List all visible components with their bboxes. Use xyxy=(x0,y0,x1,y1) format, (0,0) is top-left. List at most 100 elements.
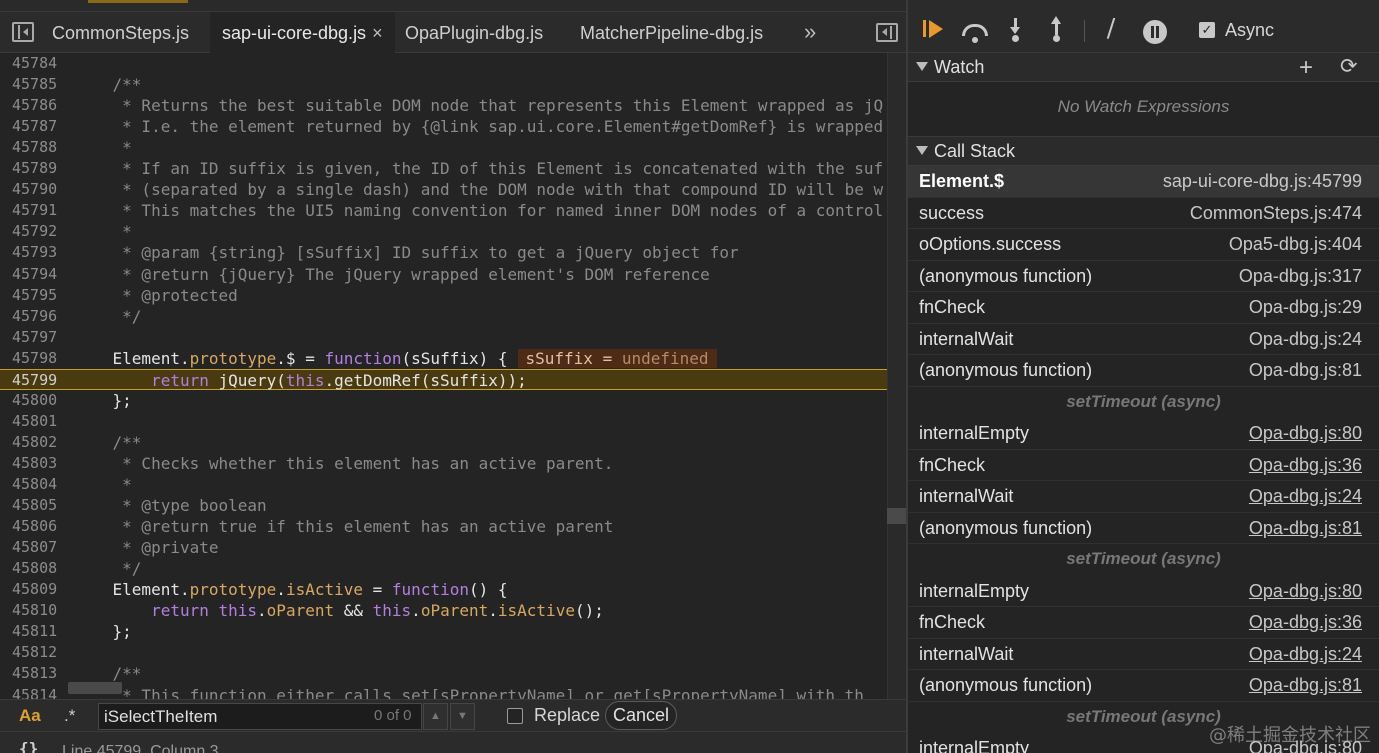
next-match-button[interactable]: ▼ xyxy=(450,703,475,730)
call-stack-frame[interactable]: fnCheck Opa-dbg.js:29 xyxy=(908,292,1379,324)
code-editor[interactable]: 45784 45785 /** 45786 * Returns the best s… xyxy=(0,53,906,699)
line-number[interactable]: 45806 xyxy=(12,516,64,537)
toggle-debugger-icon[interactable] xyxy=(876,23,898,42)
line-number[interactable]: 45789 xyxy=(12,158,64,179)
frame-location-link[interactable]: Opa-dbg.js:81 xyxy=(1249,518,1362,539)
no-watch-message: No Watch Expressions xyxy=(908,82,1379,137)
tab-matcherpipeline[interactable]: MatcherPipeline-dbg.js xyxy=(580,12,763,53)
step-over-icon[interactable] xyxy=(962,24,988,43)
resume-icon[interactable] xyxy=(920,16,948,42)
call-stack-frame[interactable]: (anonymous function) Opa-dbg.js:81 xyxy=(908,513,1379,544)
line-number[interactable]: 45787 xyxy=(12,116,64,137)
more-tabs-icon[interactable]: » xyxy=(804,12,816,53)
line-number[interactable]: 45812 xyxy=(12,642,64,663)
line-number[interactable]: 45808 xyxy=(12,558,64,579)
frame-function-name: (anonymous function) xyxy=(919,517,1093,538)
collapse-triangle-icon[interactable] xyxy=(916,146,928,155)
close-tab-icon[interactable]: × xyxy=(372,23,383,43)
line-number[interactable]: 45796 xyxy=(12,306,64,327)
call-stack-frame[interactable]: internalWait Opa-dbg.js:24 xyxy=(908,639,1379,670)
line-number[interactable]: 45805 xyxy=(12,495,64,516)
pause-on-exceptions-icon[interactable] xyxy=(1143,20,1167,44)
refresh-icon[interactable]: ⟳ xyxy=(1340,54,1358,79)
call-stack-frame[interactable]: Element.$ sap-ui-core-dbg.js:45799 xyxy=(908,166,1379,198)
frame-location-link[interactable]: Opa-dbg.js:36 xyxy=(1249,612,1362,633)
call-stack-frame[interactable]: internalWait Opa-dbg.js:24 xyxy=(908,481,1379,513)
frame-location-link[interactable]: Opa-dbg.js:24 xyxy=(1249,486,1362,507)
watch-section-header[interactable]: Watch + ⟳ xyxy=(908,53,1379,82)
frame-location-link[interactable]: Opa-dbg.js:36 xyxy=(1249,455,1362,476)
line-number[interactable]: 45792 xyxy=(12,221,64,242)
frame-location-link[interactable]: Opa-dbg.js:81 xyxy=(1249,360,1362,381)
line-number[interactable]: 45804 xyxy=(12,474,64,495)
line-number[interactable]: 45794 xyxy=(12,264,64,285)
line-number[interactable]: 45798 xyxy=(12,348,64,369)
frame-location-link[interactable]: Opa-dbg.js:29 xyxy=(1249,297,1362,318)
frame-location-link[interactable]: Opa-dbg.js:80 xyxy=(1249,581,1362,602)
horizontal-scroll-thumb[interactable] xyxy=(68,682,122,694)
line-number[interactable]: 45803 xyxy=(12,453,64,474)
match-case-toggle[interactable]: Aa xyxy=(19,706,41,726)
call-stack-frame[interactable]: fnCheck Opa-dbg.js:36 xyxy=(908,450,1379,481)
tab-sap-ui-core-dbg[interactable]: sap-ui-core-dbg.js × xyxy=(210,12,395,53)
add-watch-icon[interactable]: + xyxy=(1299,54,1313,82)
line-number[interactable]: 45811 xyxy=(12,621,64,642)
frame-location-link[interactable]: Opa-dbg.js:317 xyxy=(1239,266,1362,287)
collapse-triangle-icon[interactable] xyxy=(916,62,928,71)
line-number[interactable]: 45791 xyxy=(12,200,64,221)
cancel-button[interactable]: Cancel xyxy=(605,701,677,730)
code-text: /** xyxy=(74,432,142,452)
line-number[interactable]: 45786 xyxy=(12,95,64,116)
line-number[interactable]: 45799 xyxy=(12,370,64,391)
frame-location-link[interactable]: Opa5-dbg.js:404 xyxy=(1229,234,1362,255)
frame-location-link[interactable]: sap-ui-core-dbg.js:45799 xyxy=(1163,171,1362,192)
line-number[interactable]: 45809 xyxy=(12,579,64,600)
call-stack-frame[interactable]: (anonymous function) Opa-dbg.js:317 xyxy=(908,261,1379,292)
frame-location-link[interactable]: Opa-dbg.js:80 xyxy=(1249,423,1362,444)
line-number[interactable]: 45810 xyxy=(12,600,64,621)
replace-checkbox[interactable] xyxy=(507,708,523,724)
call-stack-section-header[interactable]: Call Stack xyxy=(908,137,1379,166)
line-number[interactable]: 45801 xyxy=(12,411,64,432)
line-number[interactable]: 45813 xyxy=(12,663,64,684)
pretty-print-button[interactable]: {} xyxy=(19,739,38,753)
step-out-icon[interactable] xyxy=(1044,16,1072,42)
frame-location-link[interactable]: Opa-dbg.js:24 xyxy=(1249,329,1362,350)
call-stack-frame[interactable]: internalWait Opa-dbg.js:24 xyxy=(908,324,1379,355)
deactivate-breakpoints-icon[interactable]: ⧸ xyxy=(1097,16,1125,42)
code-line: 45792 * xyxy=(0,221,906,242)
call-stack-frame[interactable]: internalEmpty Opa-dbg.js:80 xyxy=(908,418,1379,450)
line-number[interactable]: 45807 xyxy=(12,537,64,558)
line-number[interactable]: 45790 xyxy=(12,179,64,200)
call-stack-frame[interactable]: internalEmpty Opa-dbg.js:80 xyxy=(908,576,1379,607)
call-stack-frame[interactable]: (anonymous function) Opa-dbg.js:81 xyxy=(908,670,1379,702)
frame-location-link[interactable]: CommonSteps.js:474 xyxy=(1190,203,1362,224)
line-number[interactable]: 45814 xyxy=(12,685,64,700)
line-number[interactable]: 45797 xyxy=(12,327,64,348)
frame-location-link[interactable]: Opa-dbg.js:24 xyxy=(1249,644,1362,665)
code-line: 45810 return this.oParent && this.oParen… xyxy=(0,600,906,621)
vertical-scrollbar[interactable] xyxy=(887,53,906,699)
line-number[interactable]: 45800 xyxy=(12,390,64,411)
line-number[interactable]: 45788 xyxy=(12,137,64,158)
line-number[interactable]: 45795 xyxy=(12,285,64,306)
call-stack-frame[interactable]: fnCheck Opa-dbg.js:36 xyxy=(908,607,1379,639)
frame-location-link[interactable]: Opa-dbg.js:81 xyxy=(1249,675,1362,696)
vertical-scroll-thumb[interactable] xyxy=(887,508,906,524)
regex-toggle[interactable]: .* xyxy=(64,706,75,726)
line-number[interactable]: 45793 xyxy=(12,242,64,263)
call-stack-frame[interactable]: success CommonSteps.js:474 xyxy=(908,198,1379,229)
tab-opaplugin[interactable]: OpaPlugin-dbg.js xyxy=(405,12,543,53)
async-checkbox[interactable]: ✓ xyxy=(1199,22,1215,38)
toggle-navigator-icon[interactable] xyxy=(12,22,34,42)
call-stack-frame[interactable]: oOptions.success Opa5-dbg.js:404 xyxy=(908,229,1379,261)
call-stack-frame[interactable]: (anonymous function) Opa-dbg.js:81 xyxy=(908,355,1379,387)
code-text: return jQuery(this.getDomRef(sSuffix)); xyxy=(151,370,527,390)
line-number[interactable]: 45784 xyxy=(12,53,64,74)
step-into-icon[interactable] xyxy=(1003,16,1031,42)
line-number[interactable]: 45802 xyxy=(12,432,64,453)
line-number[interactable]: 45785 xyxy=(12,74,64,95)
tab-commonsteps[interactable]: CommonSteps.js xyxy=(52,12,189,53)
previous-match-button[interactable]: ▲ xyxy=(423,703,448,730)
inline-variable-value: sSuffix = undefined xyxy=(517,348,717,368)
